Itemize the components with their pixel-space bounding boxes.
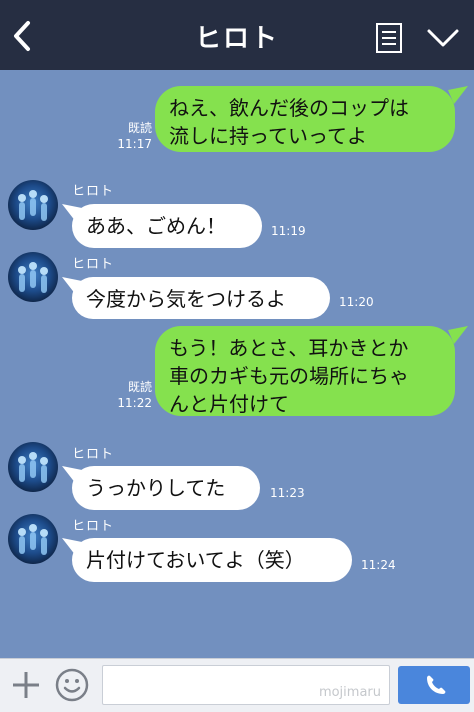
message-bubble-received[interactable]: ああ、ごめん！ — [72, 204, 262, 248]
message-time: 11:19 — [271, 224, 306, 238]
message-time: 11:20 — [339, 295, 374, 309]
document-list-icon — [376, 23, 402, 53]
chat-header: ヒロト — [0, 0, 474, 70]
call-button[interactable] — [398, 666, 470, 704]
avatar[interactable] — [8, 252, 58, 302]
message-bubble-received[interactable]: 片付けておいてよ（笑） — [72, 538, 352, 582]
avatar[interactable] — [8, 514, 58, 564]
add-button[interactable] — [10, 669, 42, 701]
menu-button[interactable] — [375, 22, 403, 54]
read-receipt: 既読 — [127, 121, 152, 135]
message-input[interactable]: mojimaru — [102, 665, 390, 705]
bubble-tail — [448, 86, 468, 104]
sender-name: ヒロト — [72, 257, 115, 272]
chevron-left-icon — [14, 21, 30, 51]
message-time: 11:17 — [117, 137, 152, 151]
input-bar: mojimaru — [0, 658, 474, 712]
back-button[interactable] — [8, 18, 36, 54]
message-bubble-received[interactable]: うっかりしてた — [72, 466, 260, 510]
message-status: 既読 11:17 — [106, 120, 152, 152]
chevron-down-icon — [427, 29, 459, 47]
message-bubble-sent[interactable]: ねえ、飲んだ後のコップは 流しに持っていってよ — [155, 86, 455, 152]
bubble-tail — [62, 538, 82, 556]
message-time: 11:23 — [270, 486, 305, 500]
sticker-button[interactable] — [54, 667, 90, 703]
sender-name: ヒロト — [72, 447, 115, 462]
message-status: 既読 11:22 — [106, 379, 152, 411]
bubble-tail — [448, 326, 468, 344]
sender-name: ヒロト — [72, 184, 115, 199]
message-bubble-sent[interactable]: もう！あとさ、耳かきとか 車のカギも元の場所にちゃ んと片付けて — [155, 326, 455, 416]
avatar[interactable] — [8, 442, 58, 492]
smiley-icon — [55, 668, 89, 702]
bubble-tail — [62, 204, 82, 222]
bubble-tail — [62, 277, 82, 295]
phone-icon — [427, 675, 446, 694]
avatar[interactable] — [8, 180, 58, 230]
message-time: 11:24 — [361, 558, 396, 572]
plus-icon — [13, 672, 39, 698]
bubble-tail — [62, 466, 82, 484]
message-bubble-received[interactable]: 今度から気をつけるよ — [72, 277, 330, 319]
more-button[interactable] — [425, 26, 461, 50]
message-time: 11:22 — [117, 396, 152, 410]
sender-name: ヒロト — [72, 519, 115, 534]
watermark: mojimaru — [318, 685, 381, 700]
read-receipt: 既読 — [127, 380, 152, 394]
